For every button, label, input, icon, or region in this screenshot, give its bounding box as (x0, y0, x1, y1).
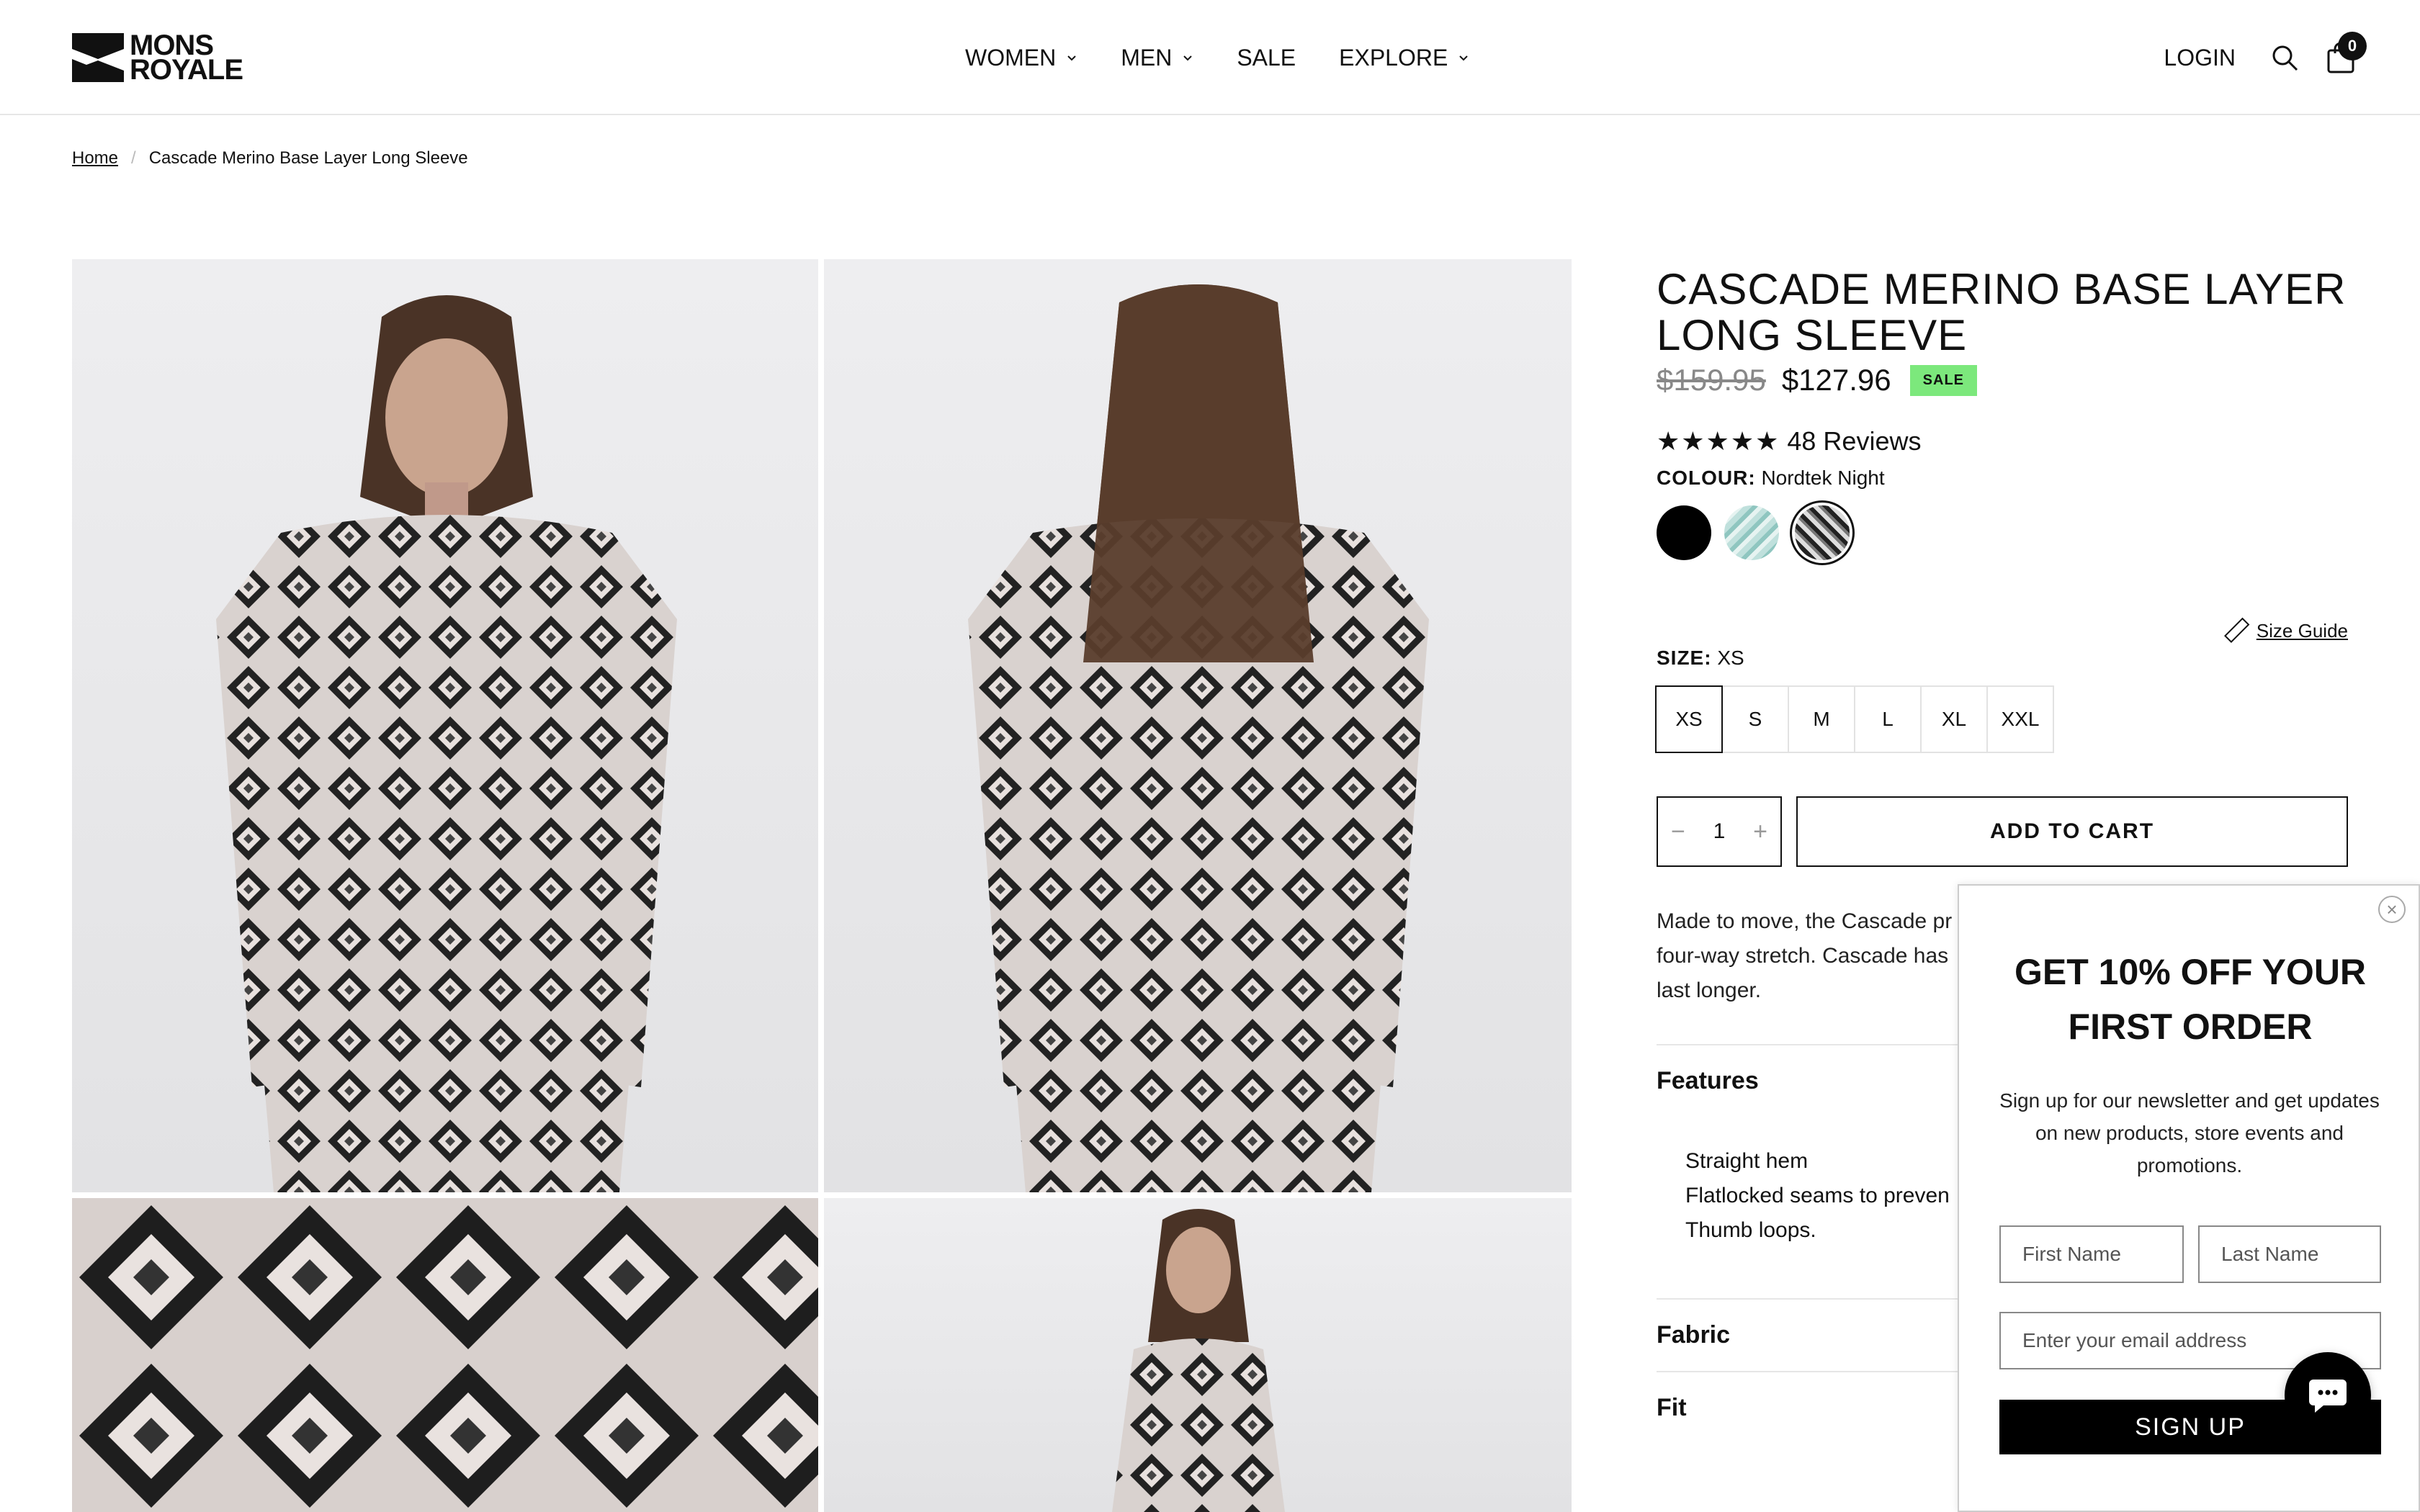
cart-row: − 1 + ADD TO CART (1657, 796, 2348, 867)
nav-item-explore[interactable]: EXPLORE (1339, 45, 1469, 71)
feature-item: Straight hem (1685, 1144, 1959, 1179)
site-header: MONS ROYALE WOMEN MEN SALE EXPLORE LOGIN… (0, 0, 2420, 115)
product-image-back[interactable] (824, 259, 1572, 1192)
description-line: Made to move, the Cascade pr (1657, 909, 1953, 933)
price-row: $159.95 $127.96 SALE (1657, 363, 2348, 397)
original-price: $159.95 (1657, 363, 1766, 397)
size-option-m[interactable]: M (1788, 685, 1855, 753)
size-options: XS S M L XL XXL (1655, 685, 2348, 753)
size-guide-label: Size Guide (2256, 619, 2348, 642)
popup-title-line: GET 10% OFF YOUR (2014, 952, 2367, 992)
cart-count-badge: 0 (2338, 32, 2367, 60)
size-option-xs[interactable]: XS (1655, 685, 1723, 753)
product-image-model[interactable] (824, 1198, 1572, 1512)
nav-item-sale[interactable]: SALE (1237, 45, 1296, 71)
swatch-black[interactable] (1657, 505, 1711, 560)
colour-value: Nordtek Night (1761, 467, 1885, 489)
size-value: XS (1717, 647, 1744, 669)
quantity-stepper: − 1 + (1657, 796, 1782, 867)
popup-title: GET 10% OFF YOUR FIRST ORDER (1959, 945, 2420, 1054)
search-icon (2272, 45, 2298, 71)
close-icon[interactable]: × (2378, 896, 2406, 923)
breadcrumb: Home / Cascade Merino Base Layer Long Sl… (72, 148, 468, 168)
nav-item-women[interactable]: WOMEN (965, 45, 1077, 71)
logo-wordmark: MONS ROYALE (130, 31, 243, 86)
size-option-l[interactable]: L (1854, 685, 1922, 753)
nav-label: WOMEN (965, 44, 1057, 71)
nav-label: MEN (1121, 44, 1173, 71)
breadcrumb-separator: / (131, 148, 136, 168)
increase-quantity-button[interactable]: + (1753, 818, 1767, 846)
size-label: SIZE: XS (1657, 647, 2348, 670)
product-title: CASCADE MERINO BASE LAYER LONG SLEEVE (1657, 265, 2347, 359)
feature-item: Thumb loops. (1685, 1213, 1959, 1248)
colour-label-text: COLOUR: (1657, 467, 1756, 489)
header-actions: LOGIN 0 (2164, 29, 2377, 86)
breadcrumb-home-link[interactable]: Home (72, 148, 118, 168)
feature-item: Flatlocked seams to preven (1685, 1179, 1959, 1213)
description-line: last longer. (1657, 978, 1762, 1002)
colour-swatches (1657, 505, 2348, 560)
decrease-quantity-button[interactable]: − (1671, 818, 1685, 846)
nav-label: EXPLORE (1339, 44, 1448, 71)
chevron-down-icon (1183, 55, 1193, 61)
chevron-down-icon (1459, 55, 1469, 61)
logo-mark-icon (72, 33, 124, 82)
size-option-xl[interactable]: XL (1920, 685, 1988, 753)
search-button[interactable] (2264, 37, 2305, 78)
cart-button[interactable]: 0 (2321, 32, 2367, 78)
chat-icon (2309, 1380, 2347, 1413)
last-name-field[interactable] (2198, 1225, 2381, 1283)
product-image-detail[interactable] (72, 1198, 818, 1512)
sale-price: $127.96 (1781, 363, 1891, 397)
product-image-front[interactable] (72, 259, 818, 1192)
chevron-down-icon (1067, 55, 1076, 61)
size-guide-link[interactable]: Size Guide (2222, 616, 2348, 645)
colour-label: COLOUR: Nordtek Night (1657, 467, 2348, 490)
swatch-nordtek-night[interactable] (1795, 505, 1850, 560)
size-option-xxl[interactable]: XXL (1986, 685, 2054, 753)
size-label-text: SIZE: (1657, 647, 1712, 669)
swatch-mint-wave[interactable] (1724, 505, 1779, 560)
popup-title-line: FIRST ORDER (2068, 1007, 2313, 1047)
nav-label: SALE (1237, 44, 1296, 71)
star-rating-icon: ★★★★★ (1657, 426, 1780, 456)
quantity-value[interactable]: 1 (1713, 819, 1726, 844)
ruler-icon (2223, 617, 2250, 643)
description-line: four-way stretch. Cascade has (1657, 944, 1949, 968)
breadcrumb-current: Cascade Merino Base Layer Long Sleeve (148, 148, 468, 168)
reviews-link[interactable]: 48 Reviews (1787, 426, 1921, 456)
chat-button[interactable] (2285, 1352, 2371, 1439)
login-link[interactable]: LOGIN (2164, 45, 2236, 71)
main-nav: WOMEN MEN SALE EXPLORE (965, 37, 1512, 78)
popup-description: Sign up for our newsletter and get updat… (1999, 1089, 2380, 1176)
logo-line-2: ROYALE (130, 54, 243, 86)
nav-item-men[interactable]: MEN (1121, 45, 1193, 71)
rating-row[interactable]: ★★★★★ 48 Reviews (1657, 426, 2348, 456)
brand-logo[interactable]: MONS ROYALE (72, 31, 256, 86)
product-description: Made to move, the Cascade pr four-way st… (1657, 904, 1959, 1008)
sale-badge: SALE (1909, 364, 1977, 396)
features-list: Straight hem Flatlocked seams to preven … (1685, 1144, 1959, 1248)
product-gallery (72, 259, 1572, 1512)
size-option-s[interactable]: S (1721, 685, 1789, 753)
add-to-cart-button[interactable]: ADD TO CART (1796, 796, 2348, 867)
first-name-field[interactable] (1999, 1225, 2184, 1283)
